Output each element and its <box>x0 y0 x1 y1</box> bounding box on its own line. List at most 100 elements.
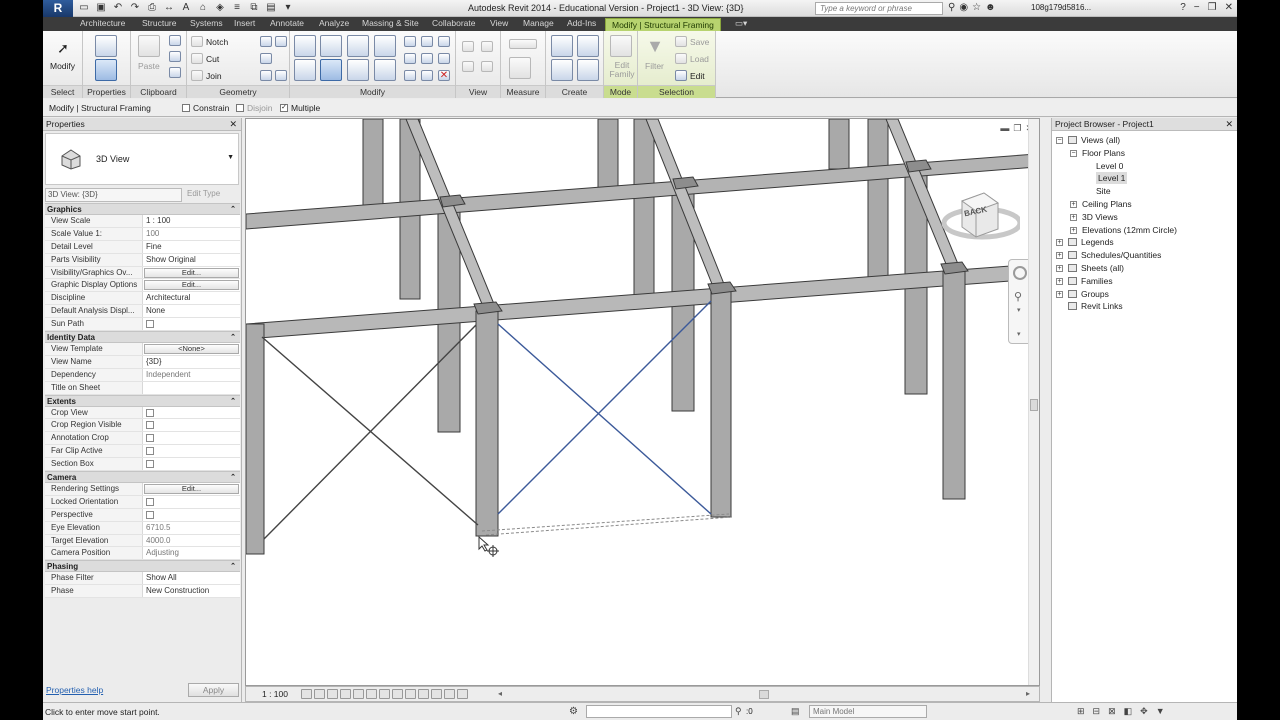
filter-icon[interactable]: ▼ <box>644 35 666 57</box>
type-dropdown-icon[interactable]: ▼ <box>227 154 234 161</box>
navbar-options-icon[interactable]: ▾ <box>1017 330 1021 338</box>
pin-icon[interactable] <box>438 53 450 64</box>
open-icon[interactable]: ▭ <box>77 2 91 14</box>
rendering-dialog-icon[interactable] <box>353 689 364 699</box>
browser-item[interactable]: + Sheets (all) <box>1052 262 1237 275</box>
horizontal-scroll-thumb[interactable] <box>759 690 769 699</box>
detail-level-icon[interactable] <box>301 689 312 699</box>
browser-item[interactable]: Level 1 <box>1052 172 1237 185</box>
delete-icon[interactable]: ✕ <box>438 70 450 81</box>
property-value[interactable]: Adjusting <box>143 547 240 560</box>
shadows-icon[interactable] <box>340 689 351 699</box>
linework-icon[interactable] <box>481 41 493 52</box>
property-value[interactable]: Independent <box>143 368 240 381</box>
workset-icon[interactable]: ⚙ <box>569 706 578 717</box>
tree-expander-icon[interactable]: + <box>1056 239 1063 247</box>
browser-item[interactable]: +3D Views <box>1052 211 1237 224</box>
property-value[interactable] <box>143 432 240 445</box>
property-value[interactable]: {3D} <box>143 355 240 368</box>
property-checkbox[interactable] <box>146 460 154 469</box>
tab-architecture[interactable]: Architecture <box>80 18 125 28</box>
undo-icon[interactable]: ↶ <box>111 2 125 14</box>
temporary-view-properties-icon[interactable] <box>431 689 442 699</box>
switch-windows-icon[interactable]: ▤ <box>264 2 278 14</box>
property-checkbox[interactable] <box>146 408 154 417</box>
tab-systems[interactable]: Systems <box>190 18 223 28</box>
type-selector[interactable]: 3D View ▼ <box>45 133 239 185</box>
property-group-header[interactable]: Graphics ⌃ <box>45 203 240 215</box>
collapse-group-icon[interactable]: ⌃ <box>230 204 236 215</box>
navbar-dropdown-icon[interactable]: ▾ <box>1017 306 1021 314</box>
join-button[interactable]: Join <box>206 71 222 81</box>
property-value[interactable]: 100 <box>143 227 240 240</box>
filter-count-icon[interactable]: ▼ <box>1156 706 1165 717</box>
property-value[interactable]: Show Original <box>143 253 240 266</box>
reveal-hidden-icon[interactable] <box>418 689 429 699</box>
copy-element-icon[interactable] <box>320 59 342 81</box>
create-parts-icon[interactable] <box>577 35 599 57</box>
edit-selection-button[interactable]: Edit <box>690 71 705 81</box>
unpin-icon[interactable] <box>438 36 450 47</box>
paste-icon[interactable] <box>138 35 160 57</box>
property-group-header[interactable]: Extents ⌃ <box>45 394 240 407</box>
vertical-scrollbar[interactable] <box>1028 119 1039 685</box>
property-group-header[interactable]: Identity Data ⌃ <box>45 331 240 344</box>
star-icon[interactable]: ☆ <box>972 2 981 13</box>
tab-massing-site[interactable]: Massing & Site <box>362 18 419 28</box>
browser-item[interactable]: + Groups <box>1052 288 1237 301</box>
browser-item[interactable]: − Floor Plans <box>1052 147 1237 160</box>
property-value[interactable]: Architectural <box>143 292 240 305</box>
close-icon[interactable]: ✕ <box>1225 2 1233 13</box>
trim-extend-icon[interactable] <box>374 59 396 81</box>
vertical-scroll-thumb[interactable] <box>1030 399 1038 411</box>
design-options-icon[interactable]: ▤ <box>791 706 800 717</box>
mirror-draw-axis-icon[interactable] <box>374 35 396 57</box>
3d-viewport[interactable]: ▬ ❐ ✕ BACK ⚲ ▾ ▾ <box>245 118 1040 686</box>
browser-item[interactable]: + Schedules/Quantities <box>1052 249 1237 262</box>
editing-requests-icon[interactable]: ⚲ <box>735 706 742 717</box>
create-similar-icon[interactable] <box>577 59 599 81</box>
property-value[interactable]: Edit... <box>143 279 240 292</box>
browser-item[interactable]: Site <box>1052 185 1237 198</box>
property-checkbox[interactable] <box>146 421 154 430</box>
measure-icon[interactable]: ↔ <box>162 2 176 14</box>
create-assembly-icon[interactable] <box>551 35 573 57</box>
browser-item[interactable]: − Views (all) <box>1052 134 1237 147</box>
browser-item[interactable]: + Elevations (12mm Circle) <box>1052 224 1237 237</box>
property-value[interactable]: Edit... <box>143 266 240 279</box>
tab-view[interactable]: View <box>490 18 508 28</box>
hide-in-view-icon[interactable] <box>462 41 474 52</box>
tab-analyze[interactable]: Analyze <box>319 18 349 28</box>
property-group-header[interactable]: Camera ⌃ <box>45 471 240 484</box>
select-pinned-icon[interactable]: ⊠ <box>1108 706 1116 717</box>
property-value[interactable]: 1 : 100 <box>143 215 240 227</box>
cut-icon[interactable] <box>169 35 181 46</box>
application-menu-button[interactable]: R <box>43 0 73 17</box>
create-group-icon[interactable] <box>551 59 573 81</box>
property-checkbox[interactable] <box>146 510 154 519</box>
tab-structure[interactable]: Structure <box>142 18 177 28</box>
notch-button[interactable]: Notch <box>206 37 228 47</box>
close-browser-icon[interactable]: ✕ <box>1225 118 1233 131</box>
temporary-hide-icon[interactable] <box>405 689 416 699</box>
property-value[interactable] <box>143 495 240 508</box>
help-icon[interactable]: ? <box>1180 2 1186 13</box>
property-edit-button[interactable]: Edit... <box>144 484 239 495</box>
edit-type-button[interactable]: Edit Type <box>187 189 220 198</box>
properties-icon[interactable] <box>95 59 117 81</box>
collapse-group-icon[interactable]: ⌃ <box>230 396 236 407</box>
select-by-face-icon[interactable]: ◧ <box>1124 706 1133 717</box>
tab-add-ins[interactable]: Add-Ins <box>567 18 596 28</box>
disjoin-checkbox[interactable] <box>236 104 244 112</box>
view-scale[interactable]: 1 : 100 <box>262 689 288 699</box>
property-value[interactable] <box>143 508 240 521</box>
analytical-model-icon[interactable] <box>444 689 455 699</box>
save-icon[interactable]: ▣ <box>94 2 108 14</box>
offset-icon[interactable] <box>320 35 342 57</box>
tree-expander-icon[interactable]: + <box>1056 264 1063 272</box>
constrain-checkbox[interactable] <box>182 104 190 112</box>
select-panel-label[interactable]: Select <box>43 85 82 98</box>
type-properties-icon[interactable] <box>95 35 117 57</box>
signed-in-user[interactable]: 108g179d5816... <box>1031 3 1091 12</box>
property-value[interactable] <box>143 458 240 471</box>
